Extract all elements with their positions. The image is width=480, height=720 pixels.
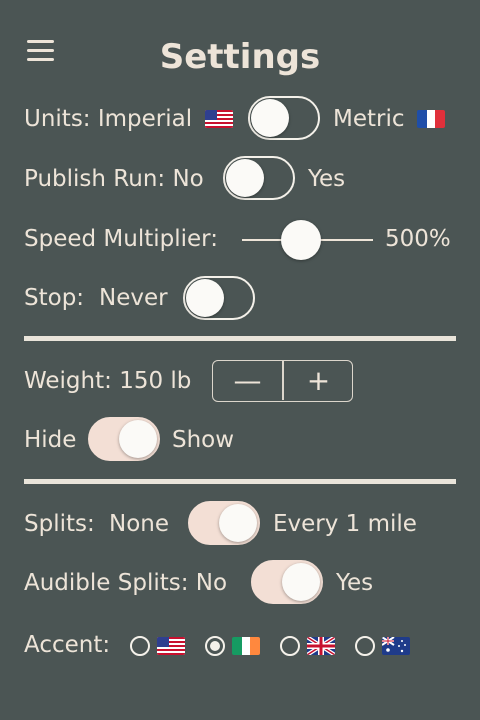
us-flag-icon bbox=[205, 110, 233, 128]
audible-yes-label: Yes bbox=[336, 570, 374, 596]
weight-stepper[interactable]: — + bbox=[212, 360, 353, 402]
splits-toggle[interactable] bbox=[188, 501, 260, 545]
visibility-toggle[interactable] bbox=[88, 417, 160, 461]
us-flag-icon bbox=[157, 637, 185, 655]
toggle-knob bbox=[186, 279, 224, 317]
hide-label: Hide bbox=[24, 427, 77, 453]
splits-label: Splits: bbox=[24, 511, 95, 537]
toggle-knob bbox=[219, 504, 257, 542]
section-divider bbox=[24, 479, 456, 484]
speed-value: 500% bbox=[385, 226, 451, 252]
increment-button[interactable]: + bbox=[284, 361, 353, 400]
france-flag-icon bbox=[417, 110, 445, 128]
ireland-flag-icon bbox=[232, 637, 260, 655]
toggle-knob bbox=[226, 159, 264, 197]
stop-toggle[interactable] bbox=[183, 276, 255, 320]
toggle-knob bbox=[282, 563, 320, 601]
australia-flag-icon bbox=[382, 637, 410, 655]
toggle-knob bbox=[119, 420, 157, 458]
stop-label: Stop: bbox=[24, 285, 85, 311]
speed-multiplier-label: Speed Multiplier: bbox=[24, 226, 218, 252]
accent-radio-ireland[interactable] bbox=[205, 636, 225, 656]
page-title: Settings bbox=[159, 37, 321, 77]
weight-label: Weight: 150 lb bbox=[24, 368, 192, 394]
metric-label: Metric bbox=[333, 106, 405, 132]
toggle-knob bbox=[251, 99, 289, 137]
splits-every-label: Every 1 mile bbox=[273, 511, 417, 537]
units-label: Units: Imperial bbox=[24, 106, 193, 132]
show-label: Show bbox=[172, 427, 235, 453]
accent-radio-us[interactable] bbox=[130, 636, 150, 656]
speed-slider-thumb[interactable] bbox=[280, 220, 321, 260]
publish-run-toggle[interactable] bbox=[223, 156, 295, 200]
stop-value: Never bbox=[99, 285, 168, 311]
decrement-button[interactable]: — bbox=[213, 361, 282, 400]
accent-radio-australia[interactable] bbox=[355, 636, 375, 656]
splits-none-label: None bbox=[109, 511, 170, 537]
section-divider bbox=[24, 336, 456, 341]
publish-run-label: Publish Run: No bbox=[24, 166, 204, 192]
accent-radio-uk[interactable] bbox=[280, 636, 300, 656]
publish-yes-label: Yes bbox=[308, 166, 346, 192]
uk-flag-icon bbox=[307, 637, 335, 655]
audible-splits-label: Audible Splits: No bbox=[24, 570, 228, 596]
accent-label: Accent: bbox=[24, 632, 111, 658]
units-toggle[interactable] bbox=[248, 96, 320, 140]
audible-splits-toggle[interactable] bbox=[251, 560, 323, 604]
